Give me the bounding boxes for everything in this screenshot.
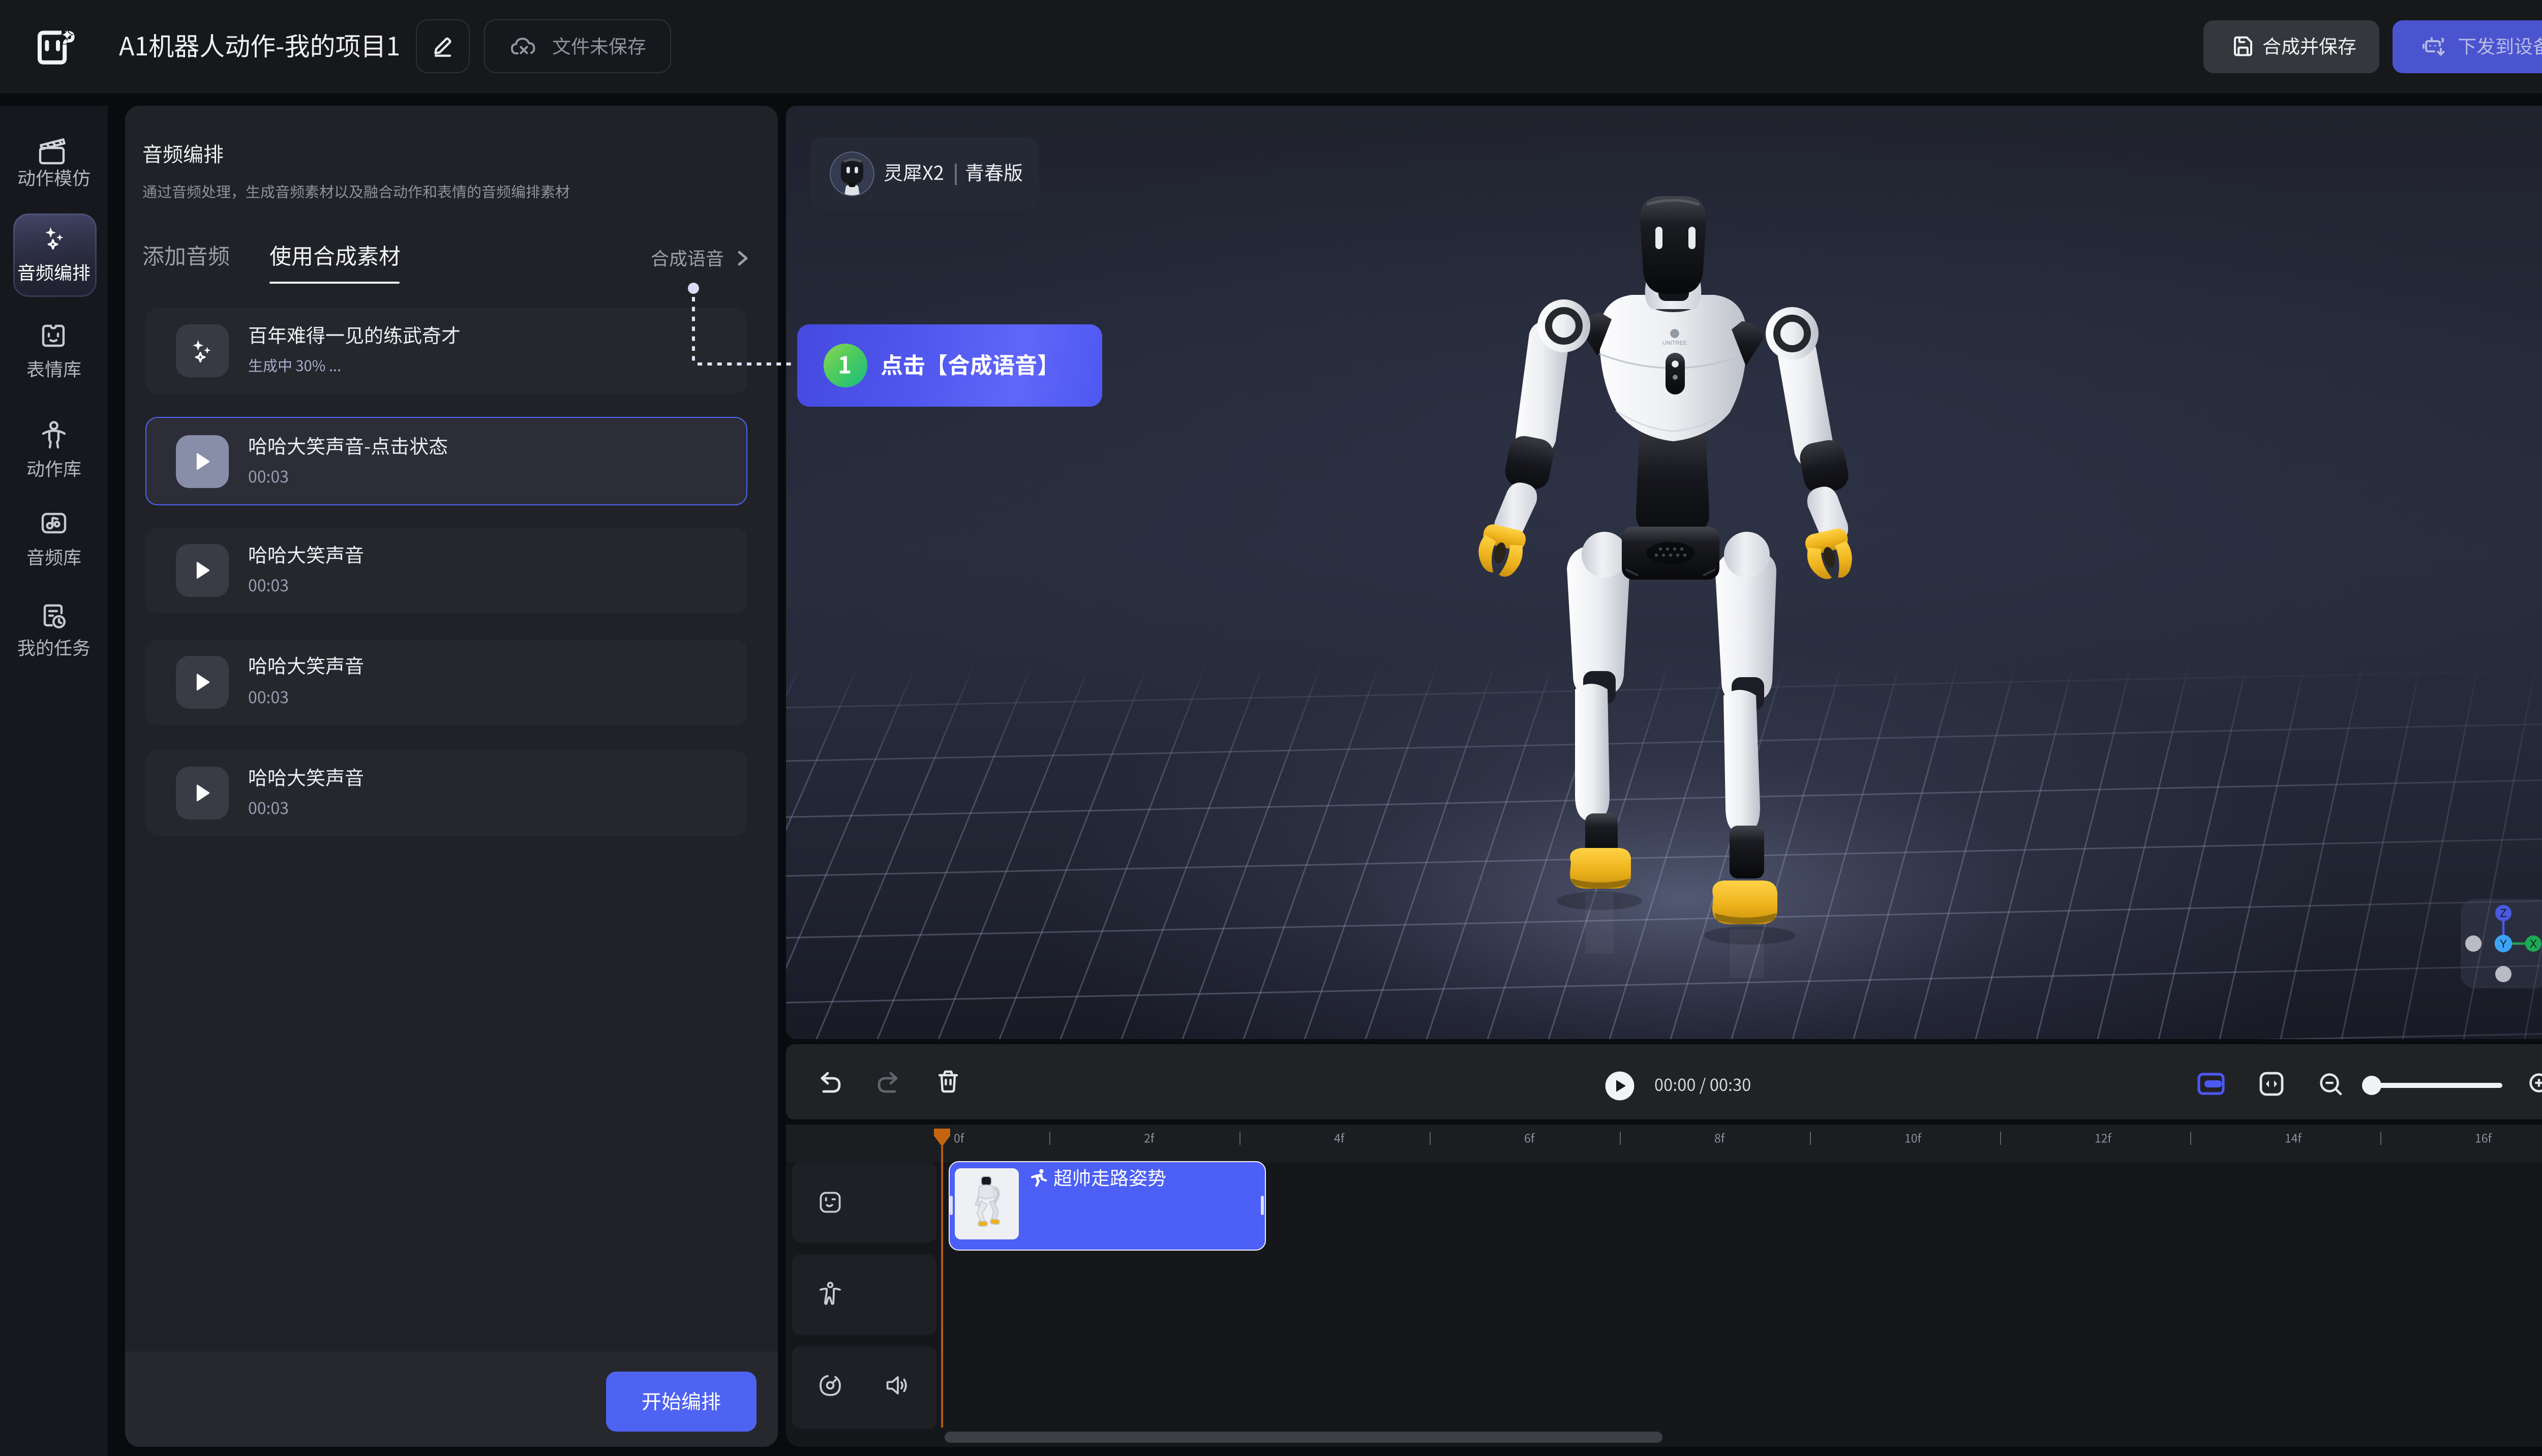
svg-text:Y: Y (2500, 937, 2507, 950)
svg-text:Z: Z (2500, 906, 2506, 919)
svg-text:UNITREE: UNITREE (1662, 340, 1687, 346)
svg-text:X: X (2530, 937, 2537, 950)
